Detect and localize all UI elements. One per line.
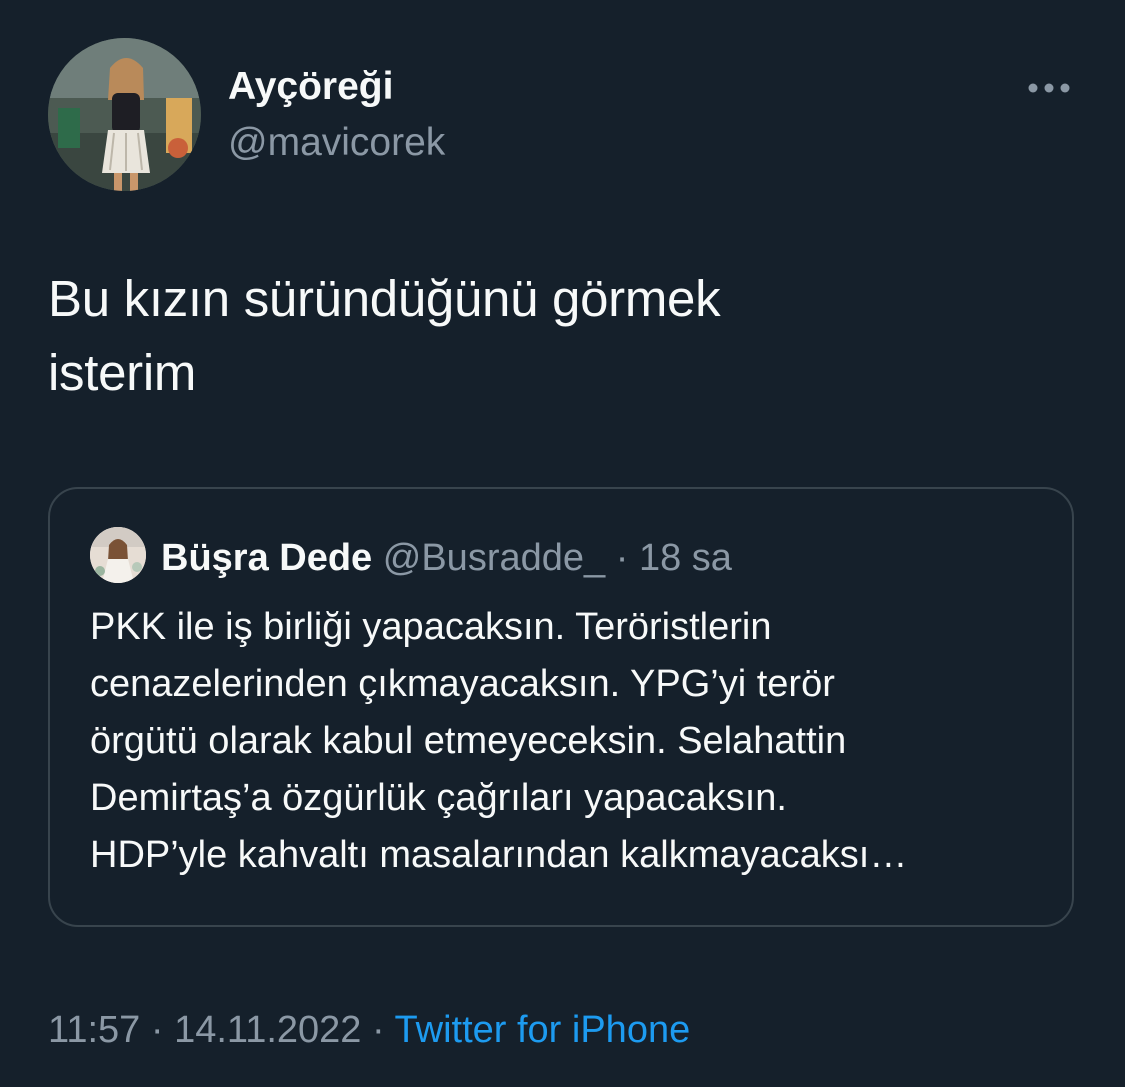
tweet-text: Bu kızın süründüğünü görmek isterim <box>48 270 721 401</box>
author-handle[interactable]: @mavicorek <box>228 118 445 168</box>
quoted-author-avatar <box>90 527 146 583</box>
quoted-tweet[interactable]: Büşra Dede @Busradde_ · 18 sa PKK ile iş… <box>48 487 1074 927</box>
tweet-source-link[interactable]: Twitter for iPhone <box>395 1009 691 1051</box>
footer-separator: · <box>361 1009 395 1051</box>
quoted-author-handle: @Busradde_ <box>382 537 606 579</box>
quoted-tweet-header: Büşra Dede @Busradde_ · 18 sa <box>161 535 732 581</box>
quoted-tweet-text: PKK ile iş birliği yapacaksın. Teröristl… <box>90 606 908 876</box>
tweet-footer: 11:57 · 14.11.2022 · Twitter for iPhone <box>48 1000 690 1060</box>
tweet-time[interactable]: 11:57 <box>48 1009 140 1051</box>
author-avatar[interactable] <box>48 38 201 191</box>
more-options-button[interactable] <box>1024 70 1074 106</box>
tweet-detail: Ayçöreği @mavicorek Bu kızın süründüğünü… <box>0 0 1125 1087</box>
avatar-photo <box>48 38 201 191</box>
quoted-author-name: Büşra Dede <box>161 537 373 579</box>
quoted-avatar-photo <box>90 527 146 583</box>
author-name[interactable]: Ayçöreği <box>228 62 393 112</box>
quoted-timestamp: 18 sa <box>638 537 732 579</box>
footer-separator: · <box>140 1009 175 1051</box>
quoted-separator: · <box>605 537 639 579</box>
more-horizontal-icon <box>1028 83 1070 93</box>
tweet-date[interactable]: 14.11.2022 <box>174 1009 361 1051</box>
